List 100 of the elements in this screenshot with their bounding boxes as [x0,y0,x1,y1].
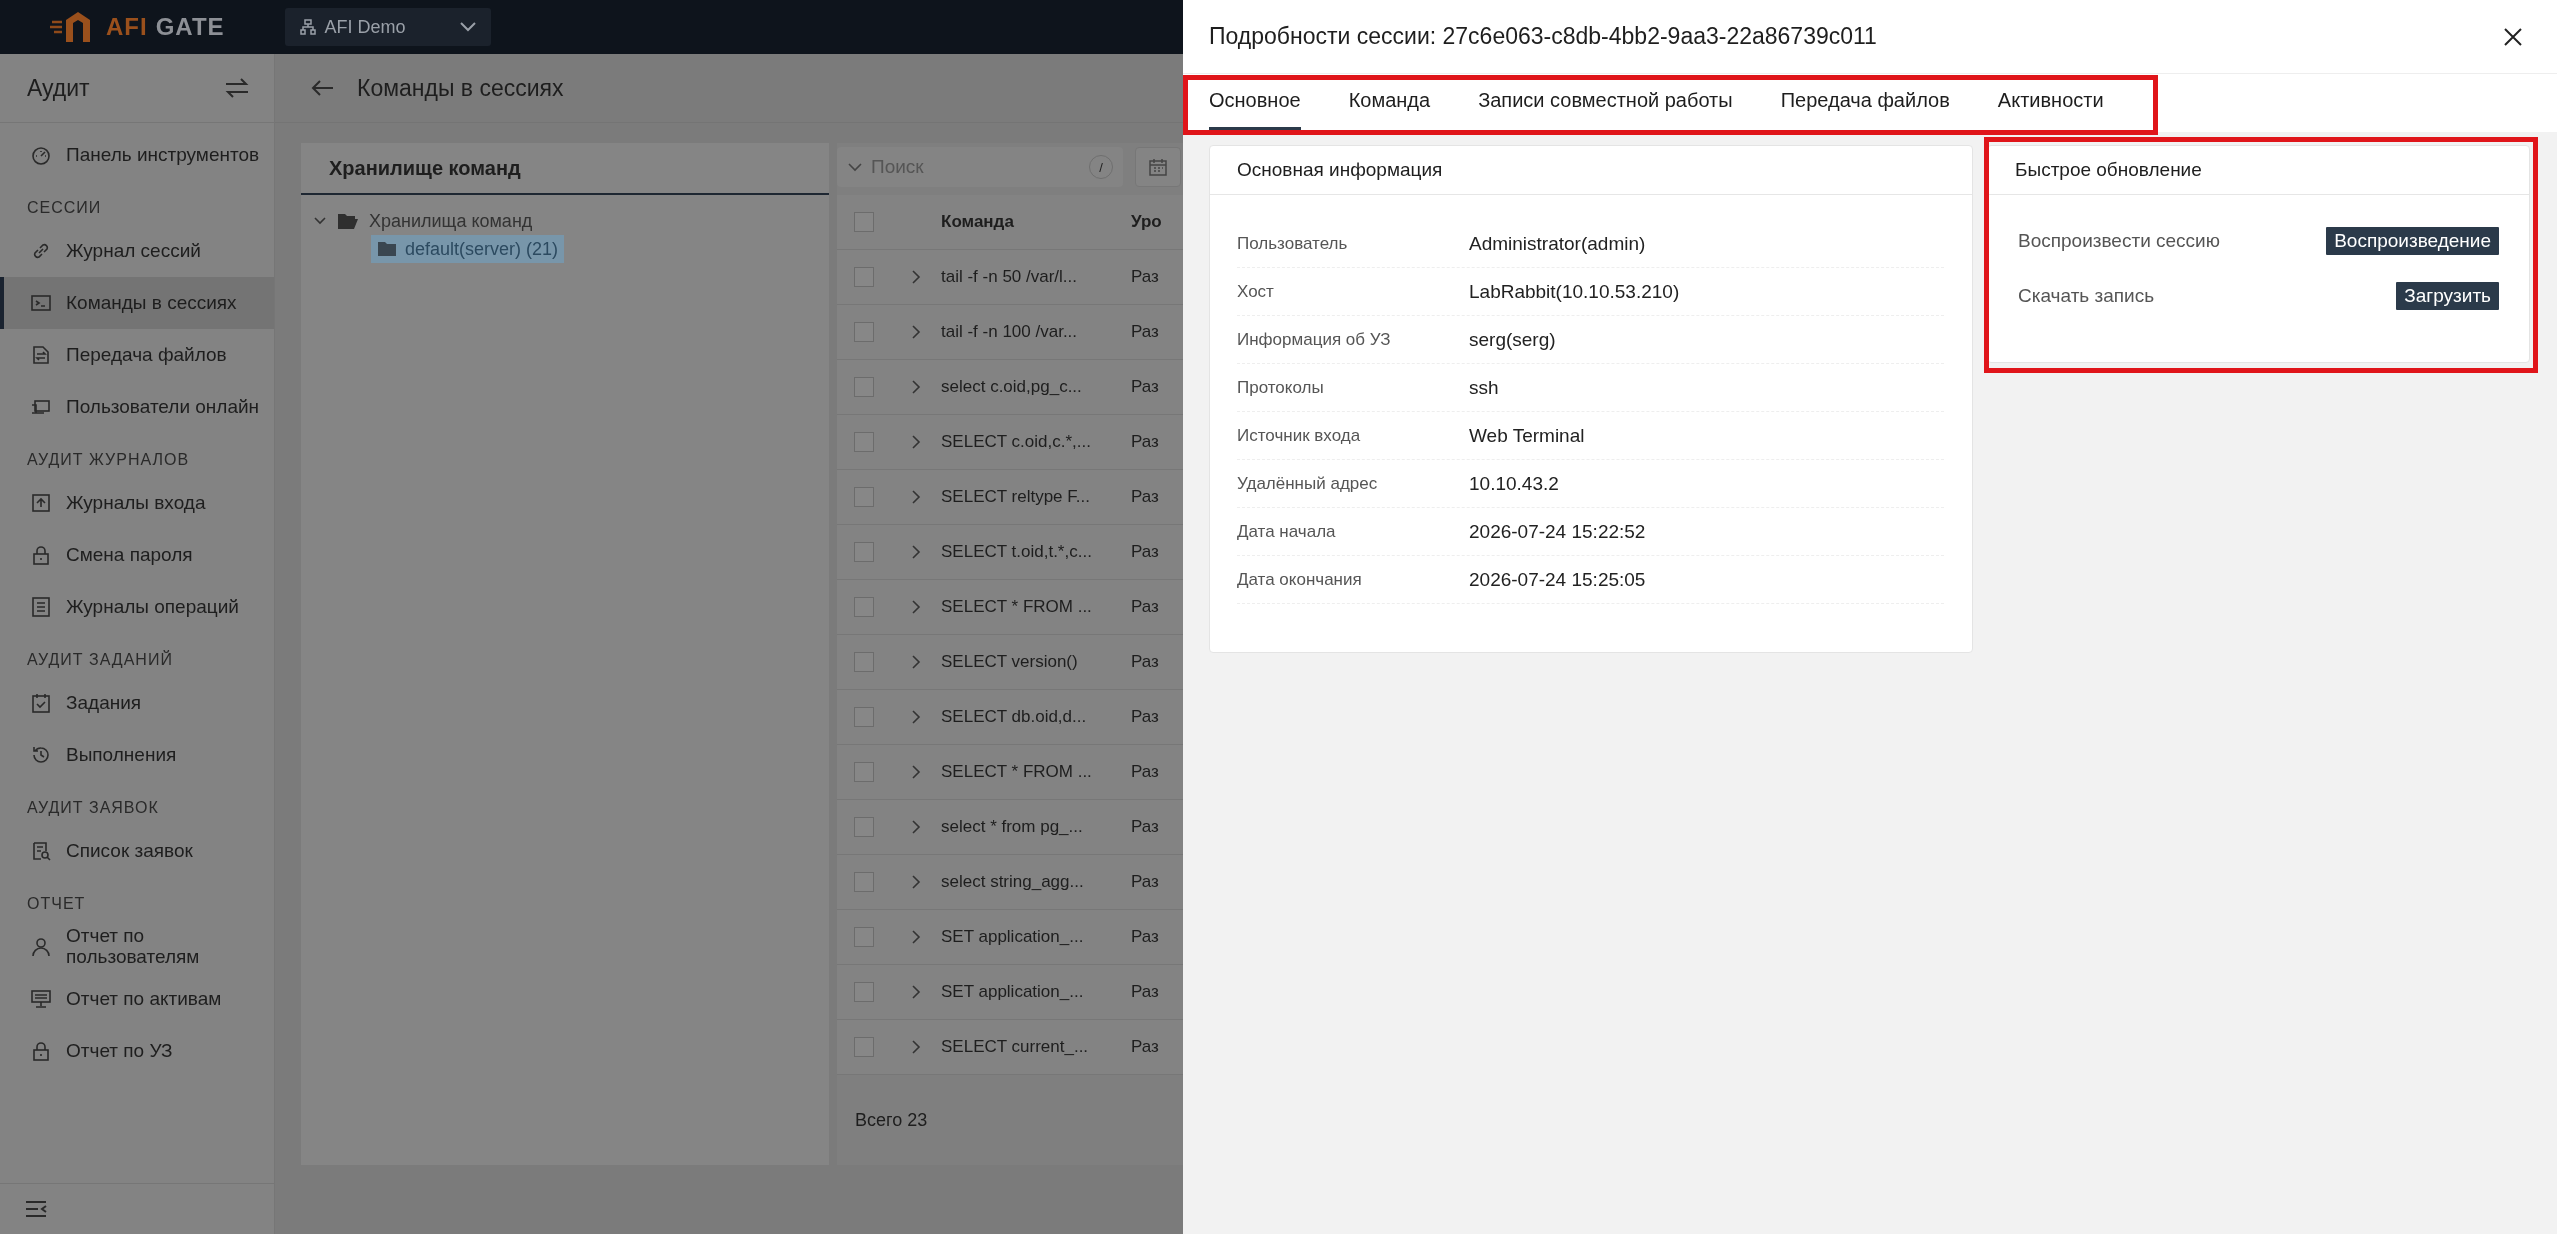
tree-node[interactable]: default(server) (21) [371,235,565,263]
action-button[interactable]: Воспроизведение [2326,226,2499,255]
checkbox[interactable] [854,707,874,727]
sidebar-item[interactable]: Панель инструментов [0,129,274,181]
expand-chevron-icon[interactable] [911,929,921,945]
table-cell: Раз [1131,487,1159,507]
sidebar-item[interactable]: Журнал сессий [0,225,274,277]
field-label: Хост [1237,281,1275,302]
tab[interactable]: Основное [1209,74,1301,130]
tab[interactable]: Записи совместной работы [1478,74,1733,130]
section-heading: ОТЧЕТ [26,894,87,914]
checkbox[interactable] [854,817,874,837]
checkbox[interactable] [854,762,874,782]
sidebar-item[interactable]: Пользователи онлайн [0,381,274,433]
sidebar-item[interactable]: Список заявок [0,825,274,877]
total-count: Всего 23 [855,1109,928,1131]
table-cell-text: SELECT * FROM ... [941,597,1093,617]
sidebar-item[interactable]: Задания [0,677,274,729]
drawer-title: Подробности сессии: 27c6e063-c8db-4bb2-9aa3-22a86739c011 [1209,23,1877,50]
table-cell: Раз [1131,707,1159,727]
expand-chevron-icon[interactable] [911,874,921,890]
expand-caret-icon[interactable] [313,216,327,226]
field-label: Протоколы [1237,377,1325,398]
tab[interactable]: Активности [1997,74,2104,130]
sidebar-item[interactable]: Отчет по УЗ [0,1025,274,1077]
logo-text: AFI [106,13,148,41]
expand-chevron-icon[interactable] [911,764,921,780]
field-value: Web Terminal [1469,424,1585,447]
expand-chevron-icon[interactable] [911,269,921,285]
expand-chevron-icon[interactable] [911,324,921,340]
section-heading: АУДИТ ЗАДАНИЙ [26,649,174,670]
checkbox[interactable] [854,487,874,507]
tab[interactable]: Команда [1348,74,1431,130]
expand-chevron-icon[interactable] [911,984,921,1000]
field-label: Дата начала [1237,521,1337,542]
close-icon[interactable] [2503,26,2523,47]
action-button[interactable]: Загрузить [2396,281,2499,310]
checkbox[interactable] [854,982,874,1002]
field-value: serg(serg) [1469,328,1556,351]
sidebar-item[interactable]: Команды в сессиях [0,277,274,329]
expand-chevron-icon[interactable] [911,434,921,450]
checkbox[interactable] [854,927,874,947]
folder-icon [377,241,397,257]
sidebar-item[interactable]: Отчет по пользователям [0,921,274,973]
swap-icon[interactable] [224,77,250,99]
expand-chevron-icon[interactable] [911,819,921,835]
field-value: Administrator(admin) [1469,232,1646,255]
sidebar-title: Аудит [27,74,90,102]
checkbox[interactable] [854,872,874,892]
table-cell: Раз [1131,762,1159,782]
checkbox[interactable] [854,212,874,232]
field-value: 10.10.43.2 [1469,472,1559,495]
expand-chevron-icon[interactable] [911,709,921,725]
tenant-selector[interactable]: AFI Demo [284,8,491,46]
table-cell: Раз [1131,1037,1159,1057]
checkbox[interactable] [854,1037,874,1057]
expand-chevron-icon[interactable] [911,1039,921,1055]
sidebar-item[interactable]: Выполнения [0,729,274,781]
table-cell: Раз [1131,817,1159,837]
table-cell: Раз [1131,597,1159,617]
date-picker-button[interactable] [1135,147,1181,187]
field-value: 2026-07-24 15:25:05 [1469,568,1646,591]
checkbox[interactable] [854,267,874,287]
table-cell-text: select c.oid,pg_c... [941,377,1083,397]
expand-chevron-icon[interactable] [911,489,921,505]
table-cell-text: SELECT c.oid,c.*,... [941,432,1092,452]
menu-collapse-icon[interactable] [24,1199,48,1219]
checkbox[interactable] [854,377,874,397]
column-header: Команда [941,212,1015,232]
field-label: Дата окончания [1237,569,1363,590]
sidebar-item[interactable]: Смена пароля [0,529,274,581]
sidebar-item[interactable]: Отчет по активам [0,973,274,1025]
sidebar-item[interactable]: Журналы операций [0,581,274,633]
back-arrow-icon[interactable] [311,79,335,97]
checkbox[interactable] [854,542,874,562]
action-label: Скачать запись [2018,284,2155,307]
sidebar-item[interactable]: Журналы входа [0,477,274,529]
tab[interactable]: Передача файлов [1780,74,1950,130]
checkbox[interactable] [854,597,874,617]
table-cell: Раз [1131,432,1159,452]
file-transfer-icon [30,344,52,366]
table-cell-text: SELECT * FROM ... [941,762,1093,782]
expand-chevron-icon[interactable] [911,544,921,560]
lock-icon [30,1040,52,1062]
section-heading: АУДИТ ЖУРНАЛОВ [26,450,191,470]
panel-title: Хранилище команд [329,156,521,180]
field-label: Пользователь [1237,233,1349,254]
card-title: Основная информация [1237,159,1443,181]
table-cell-text: SELECT current_... [941,1037,1090,1057]
lock-icon [30,544,52,566]
expand-chevron-icon[interactable] [911,599,921,615]
table-cell: Раз [1131,982,1159,1002]
sidebar-item[interactable]: Передача файлов [0,329,274,381]
expand-chevron-icon[interactable] [911,379,921,395]
checkbox[interactable] [854,652,874,672]
tree-node[interactable]: Хранилища команд [369,210,533,232]
expand-chevron-icon[interactable] [911,654,921,670]
checkbox[interactable] [854,432,874,452]
checkbox[interactable] [854,322,874,342]
column-header: Уро [1131,212,1162,232]
